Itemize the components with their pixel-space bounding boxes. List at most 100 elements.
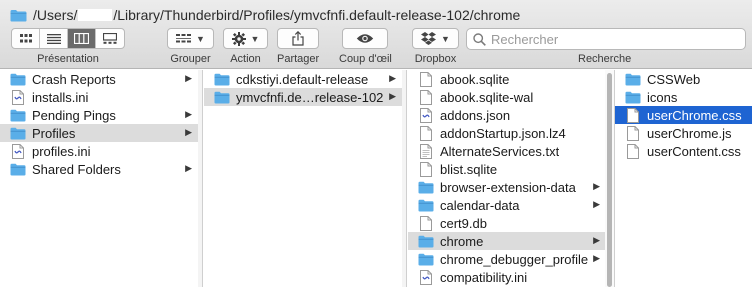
item-label: Crash Reports	[32, 71, 116, 87]
window-title: /Users/ /Library/Thunderbird/Profiles/ymv…	[10, 6, 520, 24]
file-icon	[418, 71, 434, 87]
item-label: Shared Folders	[32, 161, 121, 177]
file-icon	[418, 89, 434, 105]
folder-icon	[418, 198, 434, 212]
item-label: compatibility.ini	[440, 269, 528, 285]
text-file-icon	[418, 143, 434, 159]
file-icon	[625, 107, 641, 123]
list-item[interactable]: AlternateServices.txt	[408, 142, 606, 160]
item-label: chrome_debugger_profile	[440, 251, 589, 267]
list-item[interactable]: browser-extension-data ▶	[408, 178, 606, 196]
item-label: abook.sqlite-wal	[440, 89, 534, 105]
search-input[interactable]	[491, 31, 731, 47]
list-item[interactable]: userChrome.css	[615, 106, 752, 124]
list-item[interactable]: icons	[615, 88, 752, 106]
item-label: addonStartup.json.lz4	[440, 125, 566, 141]
quicklook-group: Coup d'œil	[339, 28, 392, 65]
chevron-right-icon: ▶	[593, 235, 600, 245]
list-item[interactable]: userContent.css	[615, 142, 752, 160]
item-label: cdkstiyi.default-release	[236, 71, 369, 87]
grouper-label: Grouper	[170, 53, 211, 65]
list-view-button[interactable]	[40, 29, 68, 48]
share-icon	[292, 31, 304, 46]
list-item[interactable]: userChrome.js	[615, 124, 752, 142]
list-item[interactable]: Shared Folders ▶	[0, 160, 198, 178]
item-label: icons	[647, 89, 678, 105]
item-label: userChrome.js	[647, 125, 732, 141]
chevron-right-icon: ▶	[593, 181, 600, 191]
folder-icon	[10, 72, 26, 86]
scrollbar-thumb[interactable]	[607, 73, 612, 287]
chevron-right-icon: ▶	[185, 109, 192, 119]
scrollbar[interactable]	[605, 70, 614, 287]
item-label: Pending Pings	[32, 107, 116, 123]
eye-icon	[357, 34, 374, 43]
list-item[interactable]: addons.json	[408, 106, 606, 124]
folder-icon	[625, 72, 641, 86]
search-icon	[473, 32, 486, 46]
redacted-username	[78, 9, 113, 21]
group-button[interactable]: ▼	[167, 28, 214, 49]
file-icon	[418, 161, 434, 177]
gear-icon	[231, 31, 246, 46]
chevron-down-icon: ▼	[196, 33, 205, 44]
column-1: Crash Reports ▶ installs.ini Pending Pings ▶…	[0, 70, 198, 287]
chevron-right-icon: ▶	[593, 199, 600, 209]
list-item[interactable]: blist.sqlite	[408, 160, 606, 178]
folder-icon	[10, 126, 26, 140]
list-item[interactable]: chrome_debugger_profile ▶	[408, 250, 606, 268]
list-item[interactable]: abook.sqlite	[408, 70, 606, 88]
chevron-right-icon: ▶	[389, 73, 396, 83]
list-item[interactable]: ymvcfnfi.de…release-102 ▶	[204, 88, 402, 106]
view-segmented-control	[11, 28, 125, 49]
item-label: abook.sqlite	[440, 71, 510, 87]
list-item[interactable]: profiles.ini	[0, 142, 198, 160]
list-item[interactable]: cdkstiyi.default-release ▶	[204, 70, 402, 88]
column-resize-handle[interactable]	[198, 70, 203, 287]
column-resize-handle[interactable]	[402, 70, 407, 287]
quicklook-button[interactable]	[342, 28, 389, 49]
folder-icon	[214, 72, 230, 86]
chevron-right-icon: ▶	[185, 163, 192, 173]
list-item[interactable]: addonStartup.json.lz4	[408, 124, 606, 142]
list-item[interactable]: CSSWeb	[615, 70, 752, 88]
list-item[interactable]: calendar-data ▶	[408, 196, 606, 214]
file-icon	[418, 125, 434, 141]
item-label: calendar-data	[440, 197, 520, 213]
list-icon	[46, 33, 61, 44]
list-item[interactable]: Profiles ▶	[0, 124, 198, 142]
group-group: ▼ Grouper	[167, 28, 214, 65]
item-label: ymvcfnfi.de…release-102	[236, 89, 384, 105]
list-item[interactable]: Pending Pings ▶	[0, 106, 198, 124]
columns-icon	[74, 33, 89, 44]
ini-file-icon	[10, 143, 26, 159]
file-icon	[625, 125, 641, 141]
item-label: chrome	[440, 233, 484, 249]
ini-file-icon	[10, 89, 26, 105]
ini-file-icon	[418, 269, 434, 285]
action-button[interactable]: ▼	[223, 28, 268, 49]
list-item[interactable]: compatibility.ini	[408, 268, 606, 286]
icon-view-button[interactable]	[12, 29, 40, 48]
share-button[interactable]	[277, 28, 320, 49]
item-label: CSSWeb	[647, 71, 701, 87]
list-item[interactable]: abook.sqlite-wal	[408, 88, 606, 106]
column-2: cdkstiyi.default-release ▶ ymvcfnfi.de…rel…	[204, 70, 402, 287]
dropbox-button[interactable]: ▼	[412, 28, 459, 49]
list-item[interactable]: installs.ini	[0, 88, 198, 106]
folder-icon	[10, 162, 26, 176]
folder-icon	[10, 108, 26, 122]
list-item[interactable]: Crash Reports ▶	[0, 70, 198, 88]
item-label: blist.sqlite	[440, 161, 498, 177]
gallery-view-button[interactable]	[96, 29, 124, 48]
list-item[interactable]: cert9.db	[408, 214, 606, 232]
path-prefix: /Users/	[33, 7, 78, 23]
dropbox-icon	[421, 32, 437, 45]
column-view-button[interactable]	[68, 29, 96, 48]
presentation-label: Présentation	[37, 53, 99, 65]
group-grid-icon	[176, 33, 192, 42]
list-item[interactable]: chrome ▶	[408, 232, 606, 250]
gallery-icon	[103, 33, 117, 44]
search-field[interactable]	[466, 28, 746, 50]
column-browser: Crash Reports ▶ installs.ini Pending Pings ▶…	[0, 70, 752, 287]
